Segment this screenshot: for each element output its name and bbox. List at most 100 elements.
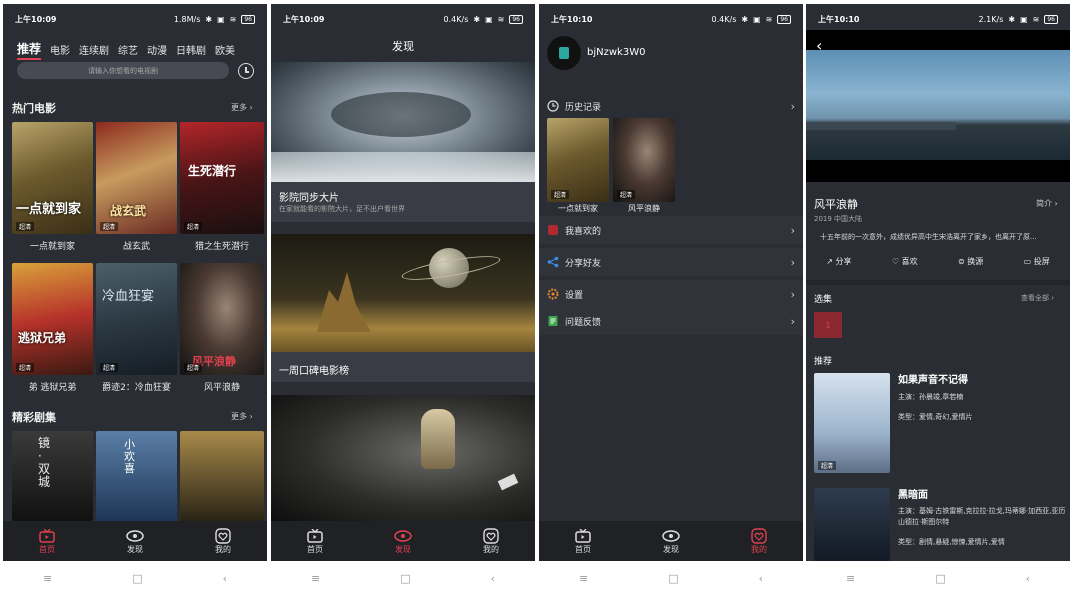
video-summary[interactable]: 十五年前的一次意外，成绩优异高中生宋浩离开了家乡，也离开了原... <box>820 232 1066 242</box>
discover-card[interactable]: 一周口碑电影榜 <box>271 234 535 382</box>
movie-title[interactable]: 风平浪静 <box>180 380 264 393</box>
tab-home[interactable]: 首页 <box>17 528 77 555</box>
menu-nav-button[interactable]: ≡ <box>846 572 855 585</box>
intro-link[interactable]: 简介 › <box>1036 198 1058 209</box>
hot-movies-more[interactable]: 更多 › <box>231 102 253 113</box>
discover-card[interactable]: 影院同步大片 在家就能看的影院大片，足不出户看世界 <box>271 62 535 222</box>
movie-poster[interactable]: 战玄武 超清 <box>96 122 177 234</box>
recommend-poster[interactable]: 超清 <box>814 373 890 473</box>
movie-poster[interactable]: 冷血狂宴 超清 <box>96 263 177 375</box>
menu-favorites[interactable]: 我喜欢的 › <box>539 216 803 244</box>
tab-mine[interactable]: 我的 <box>461 527 521 555</box>
recommend-item-genre: 类型：爱情,奇幻,爱情片 <box>898 413 973 421</box>
history-title[interactable]: 一点就到家 <box>547 203 609 214</box>
category-tabs: 推荐 电影 连续剧 综艺 动漫 日韩剧 欧美 <box>17 40 267 60</box>
bottom-tabbar: 首页 发现 我的 <box>271 521 535 561</box>
menu-nav-button[interactable]: ≡ <box>311 572 320 585</box>
card-subtitle: 在家就能看的影院大片，足不出户看世界 <box>279 205 405 213</box>
tab-series[interactable]: 连续剧 <box>79 40 109 60</box>
recommend-item-title[interactable]: 如果声音不记得 <box>898 371 968 386</box>
cast-button[interactable]: ▭ 投屏 <box>1024 256 1050 267</box>
video-frame <box>806 50 1070 160</box>
back-icon[interactable]: ‹ <box>816 36 822 55</box>
home-nav-button[interactable]: □ <box>668 572 678 585</box>
series-poster[interactable] <box>180 431 264 521</box>
poster-title-art: 冷血狂宴 <box>102 289 155 304</box>
like-button[interactable]: ♡ 喜欢 <box>892 256 918 267</box>
sim-icon: ▣ <box>485 14 493 24</box>
tab-recommend[interactable]: 推荐 <box>17 40 42 60</box>
eye-icon <box>662 528 680 544</box>
hot-movies-title: 热门电影 <box>12 102 56 115</box>
tab-home[interactable]: 首页 <box>285 528 345 555</box>
movie-poster[interactable]: 生死潜行 超清 <box>180 122 264 234</box>
menu-share[interactable]: 分享好友 › <box>539 248 803 276</box>
history-icon[interactable] <box>238 63 254 79</box>
bluetooth-icon: ✱ <box>205 14 213 24</box>
tab-mine[interactable]: 我的 <box>193 527 253 555</box>
back-nav-button[interactable]: ‹ <box>491 572 495 585</box>
tab-discover[interactable]: 发现 <box>105 528 165 555</box>
menu-nav-button[interactable]: ≡ <box>43 572 52 585</box>
tab-anime[interactable]: 动漫 <box>147 40 167 60</box>
poster-title-art: 一点就到家 <box>16 202 82 217</box>
quality-badge: 超清 <box>16 363 35 372</box>
bluetooth-icon: ✱ <box>741 14 749 24</box>
wifi-icon: ≋ <box>229 14 237 24</box>
series-poster[interactable]: 小欢喜 <box>96 431 177 521</box>
movie-title[interactable]: 爵迹2：冷血狂宴 <box>96 380 177 393</box>
tv-icon <box>575 528 591 544</box>
status-time: 上午10:09 <box>15 14 57 24</box>
tab-western[interactable]: 欧美 <box>215 40 235 60</box>
episode-button[interactable]: 1 <box>814 312 842 338</box>
poster-title-art: 战玄武 <box>110 204 147 218</box>
movie-poster[interactable]: 一点就到家 超清 <box>12 122 93 234</box>
video-player[interactable]: ‹ <box>806 30 1070 182</box>
network-speed: 0.4K/s <box>443 14 469 24</box>
tab-mine[interactable]: 我的 <box>729 527 789 555</box>
menu-settings[interactable]: 设置 › <box>539 280 803 308</box>
recommend-item-genre: 类型：剧情,悬疑,惊悚,爱情片,爱情 <box>898 538 1005 546</box>
movie-title[interactable]: 猎之生死潜行 <box>180 239 264 252</box>
back-nav-button[interactable]: ‹ <box>759 572 763 585</box>
recommend-item-title[interactable]: 黑暗面 <box>898 486 928 501</box>
switch-source-button[interactable]: ⊜ 换源 <box>958 256 983 267</box>
quality-badge: 超清 <box>818 461 837 470</box>
back-nav-button[interactable]: ‹ <box>1026 572 1030 585</box>
tab-variety[interactable]: 综艺 <box>118 40 138 60</box>
tab-korean[interactable]: 日韩剧 <box>176 40 206 60</box>
back-nav-button[interactable]: ‹ <box>223 572 227 585</box>
recommend-poster[interactable] <box>814 488 890 561</box>
movie-title[interactable]: 弟 逃狱兄弟 <box>12 380 93 393</box>
menu-feedback[interactable]: 问题反馈 › <box>539 307 803 335</box>
history-title[interactable]: 风平浪静 <box>613 203 675 214</box>
movie-poster[interactable]: 风平浪静 超清 <box>180 263 264 375</box>
battery-icon: 96 <box>509 14 523 24</box>
tab-discover[interactable]: 发现 <box>641 528 701 555</box>
history-row[interactable]: 历史记录 › <box>539 92 803 120</box>
avatar[interactable] <box>547 36 581 70</box>
series-more[interactable]: 更多 › <box>231 411 253 422</box>
series-poster[interactable]: 镜·双城 <box>12 431 93 521</box>
movie-title[interactable]: 战玄武 <box>96 239 177 252</box>
menu-nav-button[interactable]: ≡ <box>579 572 588 585</box>
tab-home[interactable]: 首页 <box>553 528 613 555</box>
chevron-right-icon: › <box>790 223 795 237</box>
poster-title-art: 镜·双城 <box>38 436 51 489</box>
share-button[interactable]: ↗ 分享 <box>826 256 851 267</box>
home-nav-button[interactable]: □ <box>400 572 410 585</box>
movie-poster[interactable]: 逃狱兄弟 超清 <box>12 263 93 375</box>
home-nav-button[interactable]: □ <box>132 572 142 585</box>
system-navbar: ≡ □ ‹ <box>3 561 267 596</box>
discover-card[interactable] <box>271 395 535 521</box>
tab-discover[interactable]: 发现 <box>373 528 433 555</box>
episodes-all[interactable]: 查看全部 › <box>1021 293 1054 303</box>
history-poster[interactable]: 超清 <box>547 118 609 202</box>
bluetooth-icon: ✱ <box>473 14 481 24</box>
tab-movie[interactable]: 电影 <box>50 40 70 60</box>
history-poster[interactable]: 超清 <box>613 118 675 202</box>
movie-title[interactable]: 一点就到家 <box>12 239 93 252</box>
home-nav-button[interactable]: □ <box>935 572 945 585</box>
card-title: 影院同步大片 <box>279 193 339 204</box>
search-input[interactable]: 请输入你想看的电视剧 <box>17 62 229 79</box>
